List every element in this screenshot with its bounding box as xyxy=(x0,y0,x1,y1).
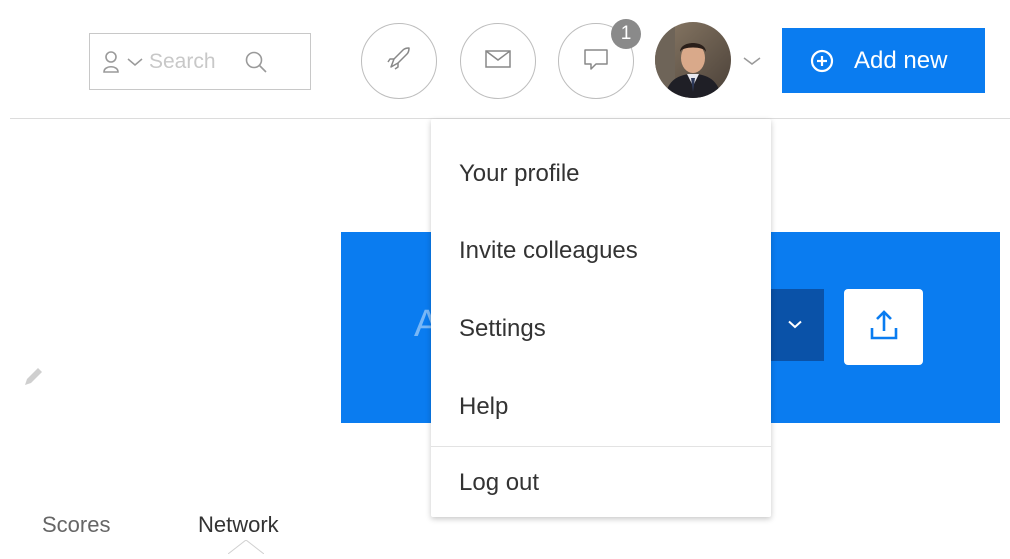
messages-button[interactable] xyxy=(460,23,536,99)
pencil-icon[interactable] xyxy=(22,364,46,388)
chevron-down-icon[interactable] xyxy=(739,53,765,69)
menu-item-your-profile[interactable]: Your profile xyxy=(431,149,771,199)
search-bar[interactable] xyxy=(89,33,311,90)
chevron-down-icon xyxy=(788,316,802,334)
menu-item-help[interactable]: Help xyxy=(431,382,771,432)
add-new-label: Add new xyxy=(854,46,948,74)
menu-item-settings[interactable]: Settings xyxy=(431,304,771,354)
search-icon[interactable] xyxy=(243,49,269,75)
menu-divider xyxy=(431,446,771,447)
tab-scores[interactable]: Scores xyxy=(42,512,110,538)
menu-item-log-out[interactable]: Log out xyxy=(431,458,771,508)
chevron-down-icon[interactable] xyxy=(127,54,143,70)
avatar[interactable] xyxy=(655,22,731,98)
search-input[interactable] xyxy=(149,49,243,74)
active-tab-indicator xyxy=(227,539,265,555)
upload-icon xyxy=(869,308,899,347)
top-bar: 1 xyxy=(0,0,1010,118)
notification-badge: 1 xyxy=(611,19,641,49)
rocket-icon xyxy=(384,44,414,79)
menu-item-invite-colleagues[interactable]: Invite colleagues xyxy=(431,226,771,276)
mail-icon xyxy=(485,49,511,74)
user-dropdown-menu: Your profile Invite colleagues Settings … xyxy=(431,119,771,517)
chat-icon xyxy=(582,45,610,78)
user-icon[interactable] xyxy=(101,48,121,76)
add-new-button[interactable]: Add new xyxy=(782,28,985,93)
plus-circle-icon xyxy=(809,48,835,74)
upload-button[interactable] xyxy=(844,289,923,365)
tab-network[interactable]: Network xyxy=(198,512,279,538)
rocket-button[interactable] xyxy=(361,23,437,99)
